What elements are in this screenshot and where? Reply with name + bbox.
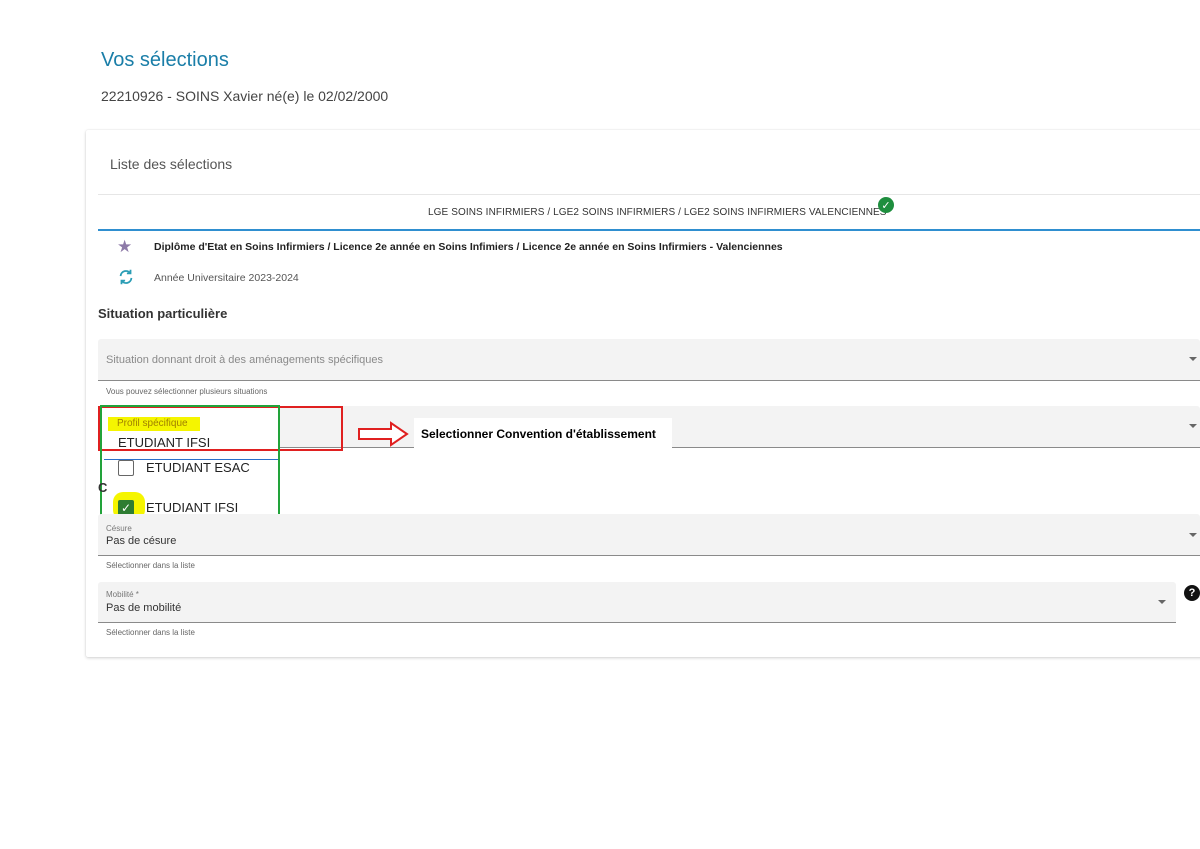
mobilite-label: Mobilité * bbox=[106, 590, 139, 599]
section-heading-situation: Situation particulière bbox=[98, 306, 228, 321]
mobilite-value[interactable]: Pas de mobilité bbox=[106, 602, 181, 614]
academic-year: Année Universitaire 2023-2024 bbox=[154, 272, 299, 284]
diploma-text: Diplôme d'Etat en Soins Infirmiers / Lic… bbox=[154, 241, 783, 253]
cesure-hint: Sélectionner dans la liste bbox=[106, 561, 195, 570]
arrow-right-icon bbox=[358, 421, 409, 447]
caret-down-icon[interactable] bbox=[1189, 533, 1197, 537]
cesure-value[interactable]: Pas de césure bbox=[106, 535, 176, 547]
mobilite-select[interactable] bbox=[98, 582, 1176, 623]
situation-hint: Vous pouvez sélectionner plusieurs situa… bbox=[106, 387, 268, 396]
cesure-select[interactable] bbox=[98, 514, 1200, 556]
student-info: 22210926 - SOINS Xavier né(e) le 02/02/2… bbox=[101, 88, 389, 104]
partial-heading: C bbox=[98, 480, 108, 495]
refresh-icon bbox=[119, 269, 133, 285]
selection-tab-label[interactable]: LGE SOINS INFIRMIERS / LGE2 SOINS INFIRM… bbox=[428, 207, 887, 218]
page-title: Vos sélections bbox=[101, 49, 229, 71]
caret-down-icon[interactable] bbox=[1189, 424, 1197, 428]
card-title: Liste des sélections bbox=[110, 156, 233, 172]
star-icon: ★ bbox=[117, 237, 133, 256]
check-circle-icon: ✓ bbox=[878, 197, 894, 213]
annotation-green-box bbox=[100, 405, 280, 528]
cesure-label: Césure bbox=[106, 524, 132, 533]
help-icon[interactable]: ? bbox=[1184, 585, 1200, 601]
mobilite-hint: Sélectionner dans la liste bbox=[106, 628, 195, 637]
caret-down-icon[interactable] bbox=[1189, 357, 1197, 361]
caret-down-icon[interactable] bbox=[1158, 600, 1166, 604]
annotation-text: Selectionner Convention d'établissement bbox=[421, 427, 656, 441]
situation-select-placeholder[interactable]: Situation donnant droit à des aménagemen… bbox=[106, 354, 383, 366]
